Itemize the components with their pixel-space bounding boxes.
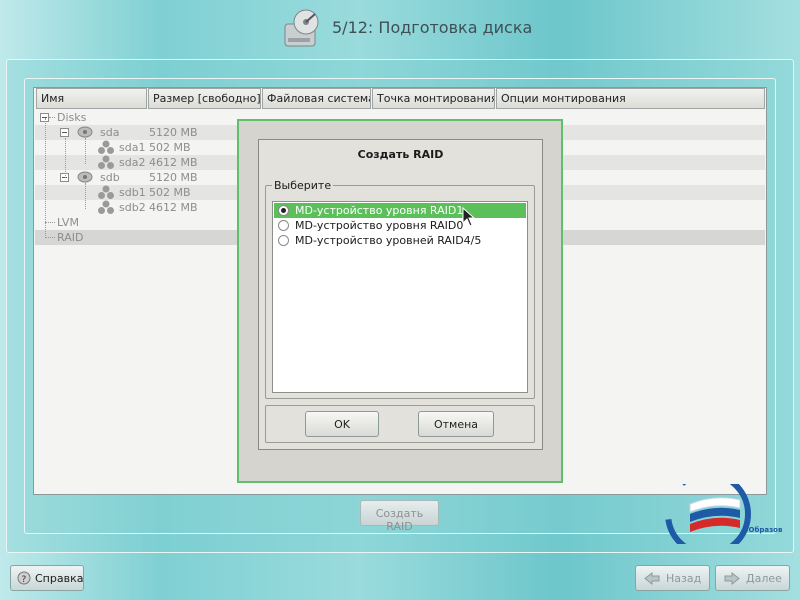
help-label: Справка [35,572,84,585]
size-value: 4612 MB [149,201,198,214]
radio-button[interactable] [278,235,289,246]
column-header-mount-options[interactable]: Опции монтирования [496,88,765,109]
partition-icon [98,200,114,214]
tree-label: sda2 [119,156,146,169]
tree-connector [45,118,46,236]
cancel-button[interactable]: Отмена [418,411,494,437]
page-title: 5/12: Подготовка диска [332,18,533,37]
column-header-filesystem[interactable]: Файловая система [262,88,371,109]
create-raid-button[interactable]: Создать RAID [360,500,439,533]
tree-label: Disks [57,111,87,124]
mouse-pointer-icon [462,207,476,227]
next-button[interactable]: Далее [715,565,790,591]
tree-label: sda1 [119,141,146,154]
arrow-right-icon [724,572,740,585]
back-button[interactable]: Назад [635,565,710,591]
option-label: MD-устройство уровней RAID4/5 [295,234,482,247]
hard-disk-icon [77,171,93,183]
arrow-left-icon [644,572,660,585]
disk-drive-icon [284,9,319,47]
option-label: MD-устройство уровня RAID0 [295,219,464,232]
size-value: 502 MB [149,141,191,154]
tree-label: sdb [100,171,120,184]
size-value: 5120 MB [149,126,198,139]
hard-disk-icon [77,126,93,138]
partition-icon [98,155,114,169]
wizard-header: 5/12: Подготовка диска [0,0,800,56]
size-value: 502 MB [149,186,191,199]
education-project-logo: «Образование» [665,484,782,544]
tree-label: sdb2 [119,201,146,214]
svg-text:?: ? [22,575,27,585]
help-button[interactable]: ? Справка [10,565,84,591]
collapse-icon[interactable] [60,128,69,137]
back-label: Назад [666,572,702,585]
radio-button[interactable] [278,205,289,216]
dialog-title: Создать RAID [357,148,444,161]
radio-button[interactable] [278,220,289,231]
tree-connector [85,183,86,209]
tree-connector [65,138,66,178]
tree-label: sdb1 [119,186,146,199]
raid-option-raid0[interactable]: MD-устройство уровня RAID0 [274,218,526,233]
svg-text:«Образование»: «Образование» [744,526,782,534]
partition-icon [98,140,114,154]
option-label: MD-устройство уровня RAID1 [295,204,464,217]
raid-option-raid1[interactable]: MD-устройство уровня RAID1 [274,203,526,218]
column-header-size[interactable]: Размер [свободно] [148,88,261,109]
tree-connector [85,138,86,164]
column-header-mountpoint[interactable]: Точка монтирования [372,88,495,109]
column-header-name[interactable]: Имя [36,88,147,109]
ok-button[interactable]: OK [305,411,379,437]
next-label: Далее [746,572,782,585]
raid-option-raid45[interactable]: MD-устройство уровней RAID4/5 [274,233,526,248]
size-value: 4612 MB [149,156,198,169]
size-value: 5120 MB [149,171,198,184]
group-label: Выберите [272,179,334,192]
tree-label: RAID [57,231,84,244]
partition-icon [98,185,114,199]
tree-label: sda [100,126,120,139]
help-icon: ? [17,571,31,585]
tree-label: LVM [57,216,79,229]
partition-table-header: Имя Размер [свободно] Файловая система Т… [36,88,765,109]
